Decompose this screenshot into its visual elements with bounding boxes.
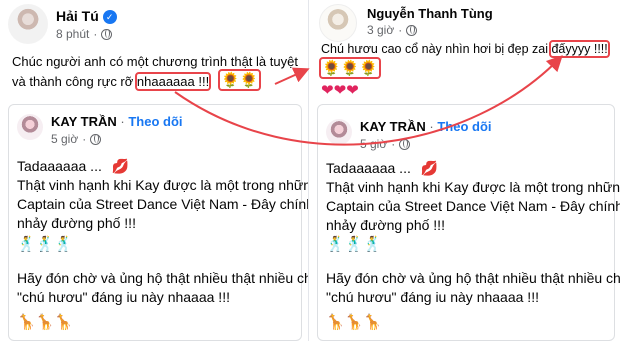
shared-text-line1-text: Tadaaaaaa ... [17,158,102,174]
shared-post-card[interactable]: KAY TRẦN · Theo dõi 5 giờ · Tadaaaaaa ..… [317,104,620,341]
separator-dot: · [120,114,125,129]
shared-text-line4: nhảy đường phố !!! [17,215,136,231]
post-meta: 8 phút · [56,27,113,41]
separator-dot: · [429,119,434,134]
post-text-prefix: Chú hươu cao cổ này nhìn hơi bị đẹp zai [321,42,552,56]
giraffe-emojis: 🦒🦒🦒 [17,313,74,331]
heart-emojis: ❤❤❤ [321,81,359,99]
highlighted-phrase: nhaaaaaa !!! [134,72,212,91]
verified-badge-icon: ✓ [102,10,117,25]
follow-button[interactable]: Theo dõi [128,114,182,129]
public-globe-icon [406,24,418,36]
post-text-line2-prefix: và thành công rực rỡ [12,74,137,89]
post-time[interactable]: 3 giờ [367,23,394,37]
follow-button[interactable]: Theo dõi [437,119,491,134]
author-name[interactable]: Hải Tú ✓ [56,8,117,25]
dancer-emojis: 🕺🕺🕺 [17,235,74,253]
sunflower-emojis: 🌻🌻 [217,69,262,91]
shared-text-line5: Hãy đón chờ và ủng hộ thật nhiều thật nh… [17,270,320,286]
author-avatar[interactable] [8,4,48,44]
sunflower-emoji-box: 🌻🌻🌻 [318,57,382,79]
shared-author-name: KAY TRẦN · Theo dõi [360,119,492,134]
public-globe-icon [90,133,102,145]
left-post: Hải Tú ✓ 8 phút · Chúc người anh có một … [0,0,329,341]
separator-dot: · [93,27,98,41]
shared-post-time[interactable]: 5 giờ [51,132,78,146]
giraffe-emojis: 🦒🦒🦒 [326,313,383,331]
public-globe-icon [101,28,113,40]
shared-text-line2: Thật vinh hạnh khi Kay được là một trong… [326,179,620,195]
post-text: Chú hươu cao cổ này nhìn hơi bị đẹp zai … [321,40,610,59]
shared-author-avatar[interactable] [326,119,352,145]
separator-dot: · [398,23,403,37]
author-name[interactable]: Nguyễn Thanh Tùng [367,6,493,21]
author-avatar[interactable] [319,4,357,42]
author-name-text[interactable]: Hải Tú [56,8,99,24]
shared-post-time[interactable]: 5 giờ [360,137,387,151]
shared-post-card[interactable]: KAY TRẦN · Theo dõi 5 giờ · Tadaaaaaa ..… [8,104,329,341]
shared-text-line1: Tadaaaaaa ... 💋 [326,159,438,179]
shared-text-line6: "chú hươu" đáng iu này nhaaaa !!! [326,289,539,305]
separator-dot: · [82,132,87,146]
shared-text-line6: "chú hươu" đáng iu này nhaaaa !!! [17,289,230,305]
shared-post-meta: 5 giờ · [360,137,411,151]
shared-author-name: KAY TRẦN · Theo dõi [51,114,183,129]
shared-text-line3: Captain của Street Dance Việt Nam - Đây … [17,196,329,212]
separator-dot: · [391,137,396,151]
shared-author-avatar[interactable] [17,114,43,140]
post-text-line2: và thành công rực rỡ nhaaaaaa !!! [12,72,212,91]
highlighted-phrase: đấyyyy !!!! [549,40,610,58]
post-meta: 3 giờ · [367,23,418,37]
kiss-emoji-icon: 💋 [420,161,439,177]
shared-author-name-text[interactable]: KAY TRẦN [360,119,426,134]
shared-text-line5: Hãy đón chờ và ủng hộ thật nhiều thật nh… [326,270,620,286]
dancer-emojis: 🕺🕺🕺 [326,235,383,253]
shared-text-line4: nhảy đường phố !!! [326,217,445,233]
shared-text-line3: Captain của Street Dance Việt Nam - Đây … [326,198,620,214]
shared-text-line1-text: Tadaaaaaa ... [326,160,411,176]
right-post: Nguyễn Thanh Tùng 3 giờ · Chú hươu cao c… [308,0,620,341]
post-text-line1: Chúc người anh có một chương trình thật … [12,54,298,69]
public-globe-icon [399,138,411,150]
shared-text-line1: Tadaaaaaa ... 💋 [17,157,129,177]
post-time[interactable]: 8 phút [56,27,89,41]
kiss-emoji-icon: 💋 [111,159,130,175]
sunflower-emojis: 🌻🌻🌻 [318,57,382,79]
shared-text-line2: Thật vinh hạnh khi Kay được là một trong… [17,177,319,193]
shared-post-meta: 5 giờ · [51,132,102,146]
sunflower-emoji-box: 🌻🌻 [217,69,262,91]
shared-author-name-text[interactable]: KAY TRẦN [51,114,117,129]
